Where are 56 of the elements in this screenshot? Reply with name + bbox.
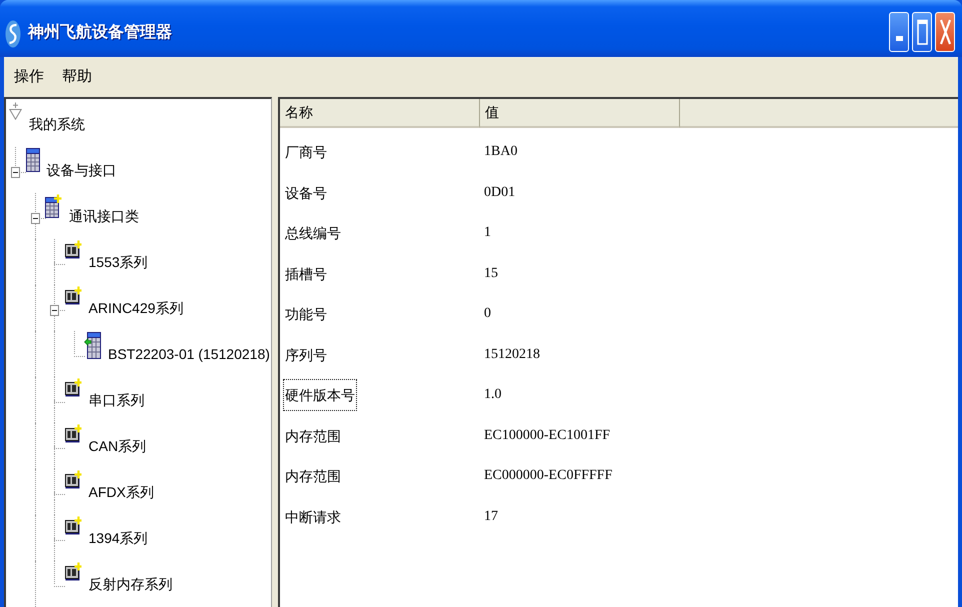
tile-plus-icon (64, 286, 82, 305)
table-cell-text: 15120218 (484, 346, 540, 364)
table-plus-icon (45, 194, 62, 218)
maximize-icon (916, 19, 928, 45)
tree-item[interactable]: 我的系统 (29, 115, 85, 133)
table-cell-text: 15 (484, 264, 498, 283)
table-cell[interactable]: 内存范围 (283, 460, 343, 492)
tree-item[interactable]: 反射内存系列 (88, 575, 172, 593)
table-cell-text: 0D01 (484, 184, 516, 202)
menu-item[interactable]: 帮助 (58, 66, 96, 86)
tile-plus-icon (64, 424, 82, 443)
tree-item[interactable]: ARINC429系列 (88, 299, 184, 317)
tile-plus-icon (64, 240, 82, 259)
table-cell[interactable]: 中断请求 (283, 500, 343, 533)
tree-item[interactable]: 串口系列 (88, 391, 144, 409)
tree-item[interactable]: CAN系列 (88, 437, 146, 455)
tree-item[interactable]: 设备与接口 (46, 161, 116, 179)
table-cell-text: 0 (484, 305, 491, 324)
table-cell[interactable]: 厂商号 (283, 136, 329, 168)
collapse-toggle[interactable] (11, 167, 20, 178)
collapse-toggle[interactable] (30, 213, 40, 224)
menu-item[interactable]: 操作 (10, 66, 48, 86)
close-button[interactable] (935, 12, 955, 52)
table-cell[interactable]: 功能号 (283, 298, 329, 330)
table-cell-text: 17 (484, 508, 498, 526)
table-cell[interactable]: 内存范围 (283, 420, 343, 452)
table-cell-text: EC000000-EC0FFFFF (484, 467, 612, 486)
collapse-toggle[interactable] (50, 305, 59, 316)
table-cell[interactable]: 总线编号 (283, 217, 343, 250)
tree-item[interactable]: 通讯接口类 (69, 207, 139, 225)
triangle-plus-icon (9, 102, 22, 120)
tile-plus-icon (64, 562, 82, 581)
tile-plus-icon (64, 470, 82, 489)
minimize-icon (896, 36, 902, 41)
table-cell[interactable]: 序列号 (283, 338, 329, 371)
table-cell-text: 1.0 (484, 386, 502, 404)
tree-item[interactable]: AFDX系列 (88, 483, 154, 501)
table-cell-text: EC100000-EC1001FF (484, 426, 610, 445)
tile-plus-icon (64, 378, 82, 397)
minimize-button[interactable] (889, 12, 909, 52)
table-cell[interactable]: 设备号 (283, 176, 329, 209)
table-cell-text: 1BA0 (484, 143, 518, 162)
window-title: 神州飞航设备管理器 (28, 22, 172, 43)
tree-item[interactable]: 1553系列 (88, 253, 148, 271)
table-cell[interactable]: 插槽号 (283, 258, 329, 290)
table-cell-text: 1 (484, 224, 491, 242)
logo-icon (5, 20, 21, 48)
tile-plus-icon (64, 516, 82, 535)
column-header[interactable]: 名称 (280, 99, 480, 128)
column-header[interactable]: 值 (480, 99, 680, 128)
tree-item[interactable]: 1394系列 (88, 529, 148, 547)
maximize-button[interactable] (912, 12, 932, 52)
table-icon (26, 148, 40, 172)
table-cell[interactable]: 硬件版本号 (283, 379, 357, 412)
close-icon (940, 19, 950, 45)
tree-item[interactable]: BST22203-01 (15120218) (108, 345, 270, 363)
